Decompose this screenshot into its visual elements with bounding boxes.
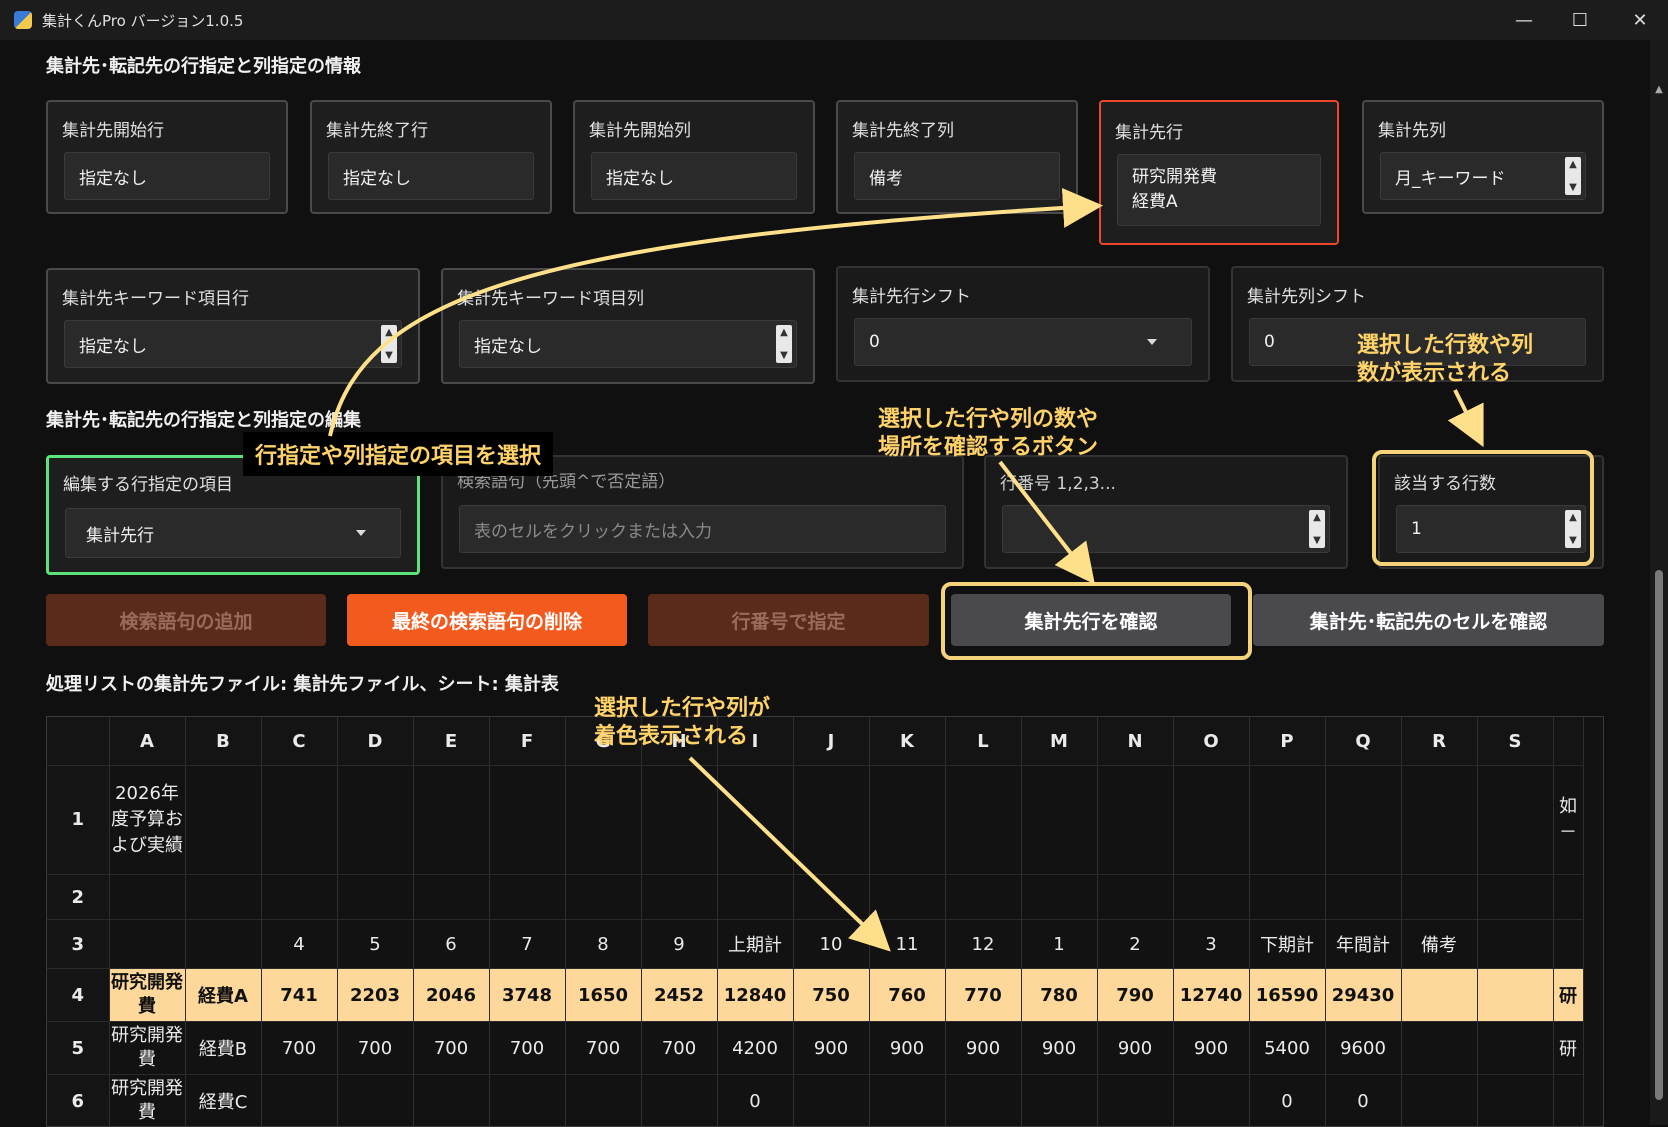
arrow-to-confirm-button xyxy=(1000,462,1090,578)
arrow-to-colored-row xyxy=(690,758,885,946)
arrow-to-row-count xyxy=(1455,390,1480,440)
arrow-to-target-row xyxy=(330,206,1095,436)
annotation-arrows xyxy=(0,0,1668,1125)
